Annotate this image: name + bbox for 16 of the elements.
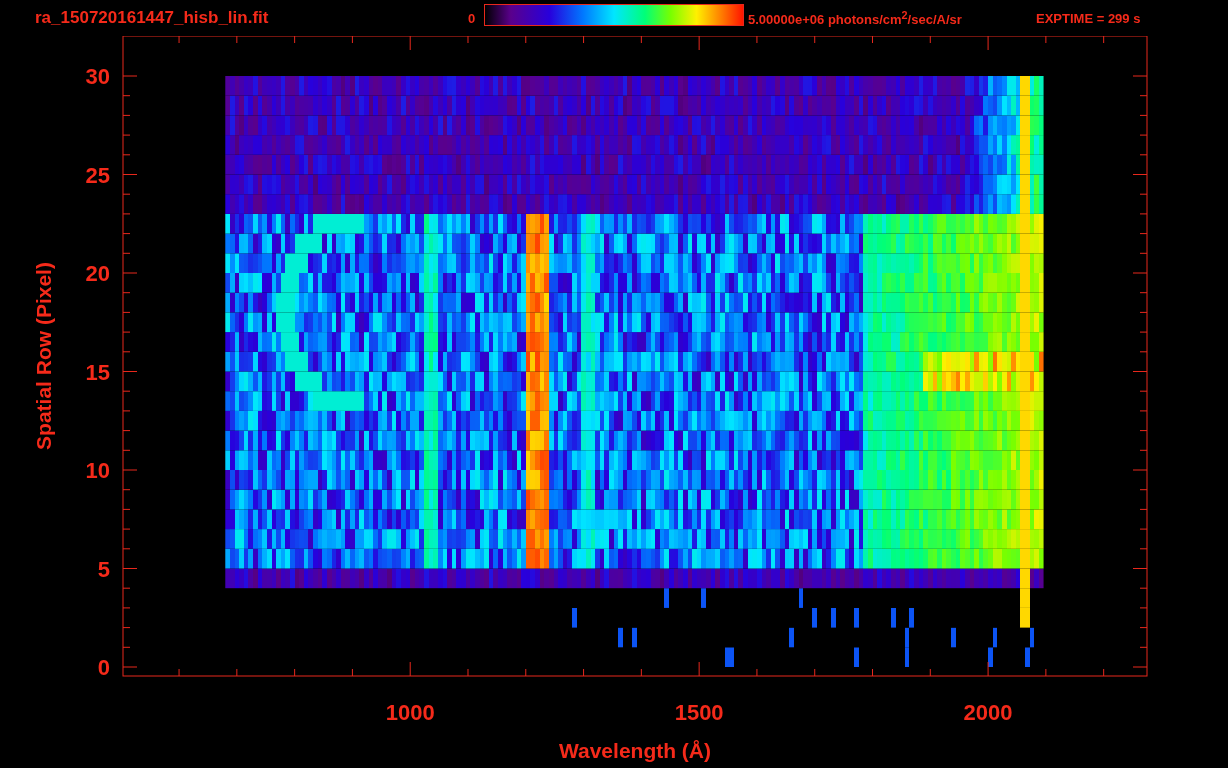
x-tick-label: 1500: [674, 700, 724, 725]
x-axis-title: Wavelength (Å): [558, 739, 712, 762]
exposure-time: EXPTIME = 299 s: [1036, 10, 1141, 26]
file-title: ra_150720161447_hisb_lin.fit: [35, 8, 270, 28]
y-tick-label: 5: [97, 556, 110, 582]
y-tick-label: 15: [85, 359, 110, 385]
y-tick-label: 0: [97, 655, 110, 680]
colorbar-max-label: 5.00000e+06 photons/cm$^{2}$/sec/A/sr: [748, 8, 963, 28]
y-tick-label: 25: [85, 162, 110, 188]
x-tick-label: 2000: [963, 700, 1013, 725]
x-tick-label: 1000: [385, 700, 435, 725]
y-tick-label: 10: [85, 458, 110, 483]
y-tick-label: 20: [85, 261, 110, 286]
y-tick-label: 30: [85, 64, 110, 89]
y-axis-title: Spatial Row (Pixel): [32, 262, 55, 450]
colorbar-min-label: 0: [468, 10, 477, 26]
